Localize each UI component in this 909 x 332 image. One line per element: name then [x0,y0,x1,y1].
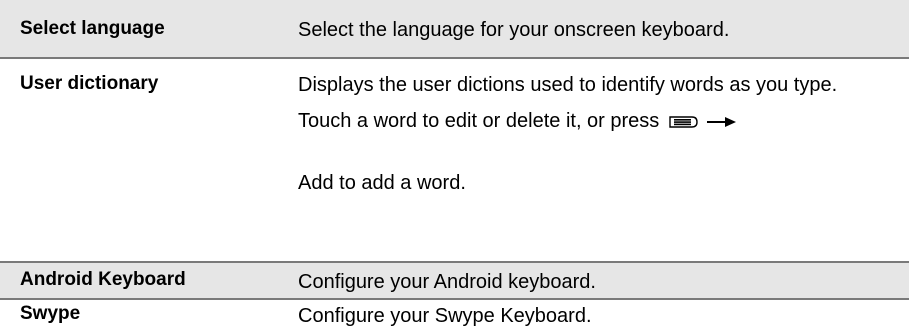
table-row-user-dictionary: User dictionary Displays the user dictio… [0,59,909,261]
description-user-dictionary: Displays the user dictions used to ident… [280,59,909,261]
table-row-swype: Swype Configure your Swype Keyboard. [0,300,909,332]
description-paragraph-2: Touch a word to edit or delete it, or pr… [298,108,889,134]
term-select-language: Select language [20,18,165,39]
term-swype: Swype [20,303,81,324]
description-select-language: Select the language for your onscreen ke… [298,19,730,41]
menu-key-icon [669,115,699,129]
settings-table: Select language Select the language for … [0,0,909,332]
description-paragraph-2-text: Touch a word to edit or delete it, or pr… [298,110,660,132]
description-paragraph-1: Displays the user dictions used to ident… [298,74,838,96]
term-user-dictionary: User dictionary [20,73,159,94]
description-android-keyboard: Configure your Android keyboard. [298,271,596,293]
right-arrow-icon [706,116,737,128]
description-paragraph-3: Add to add a word. [298,172,466,194]
table-row-select-language: Select language Select the language for … [0,0,909,57]
inline-icons [669,115,737,129]
description-swype: Configure your Swype Keyboard. [298,305,592,327]
term-android-keyboard: Android Keyboard [20,269,186,290]
table-row-android-keyboard: Android Keyboard Configure your Android … [0,263,909,298]
